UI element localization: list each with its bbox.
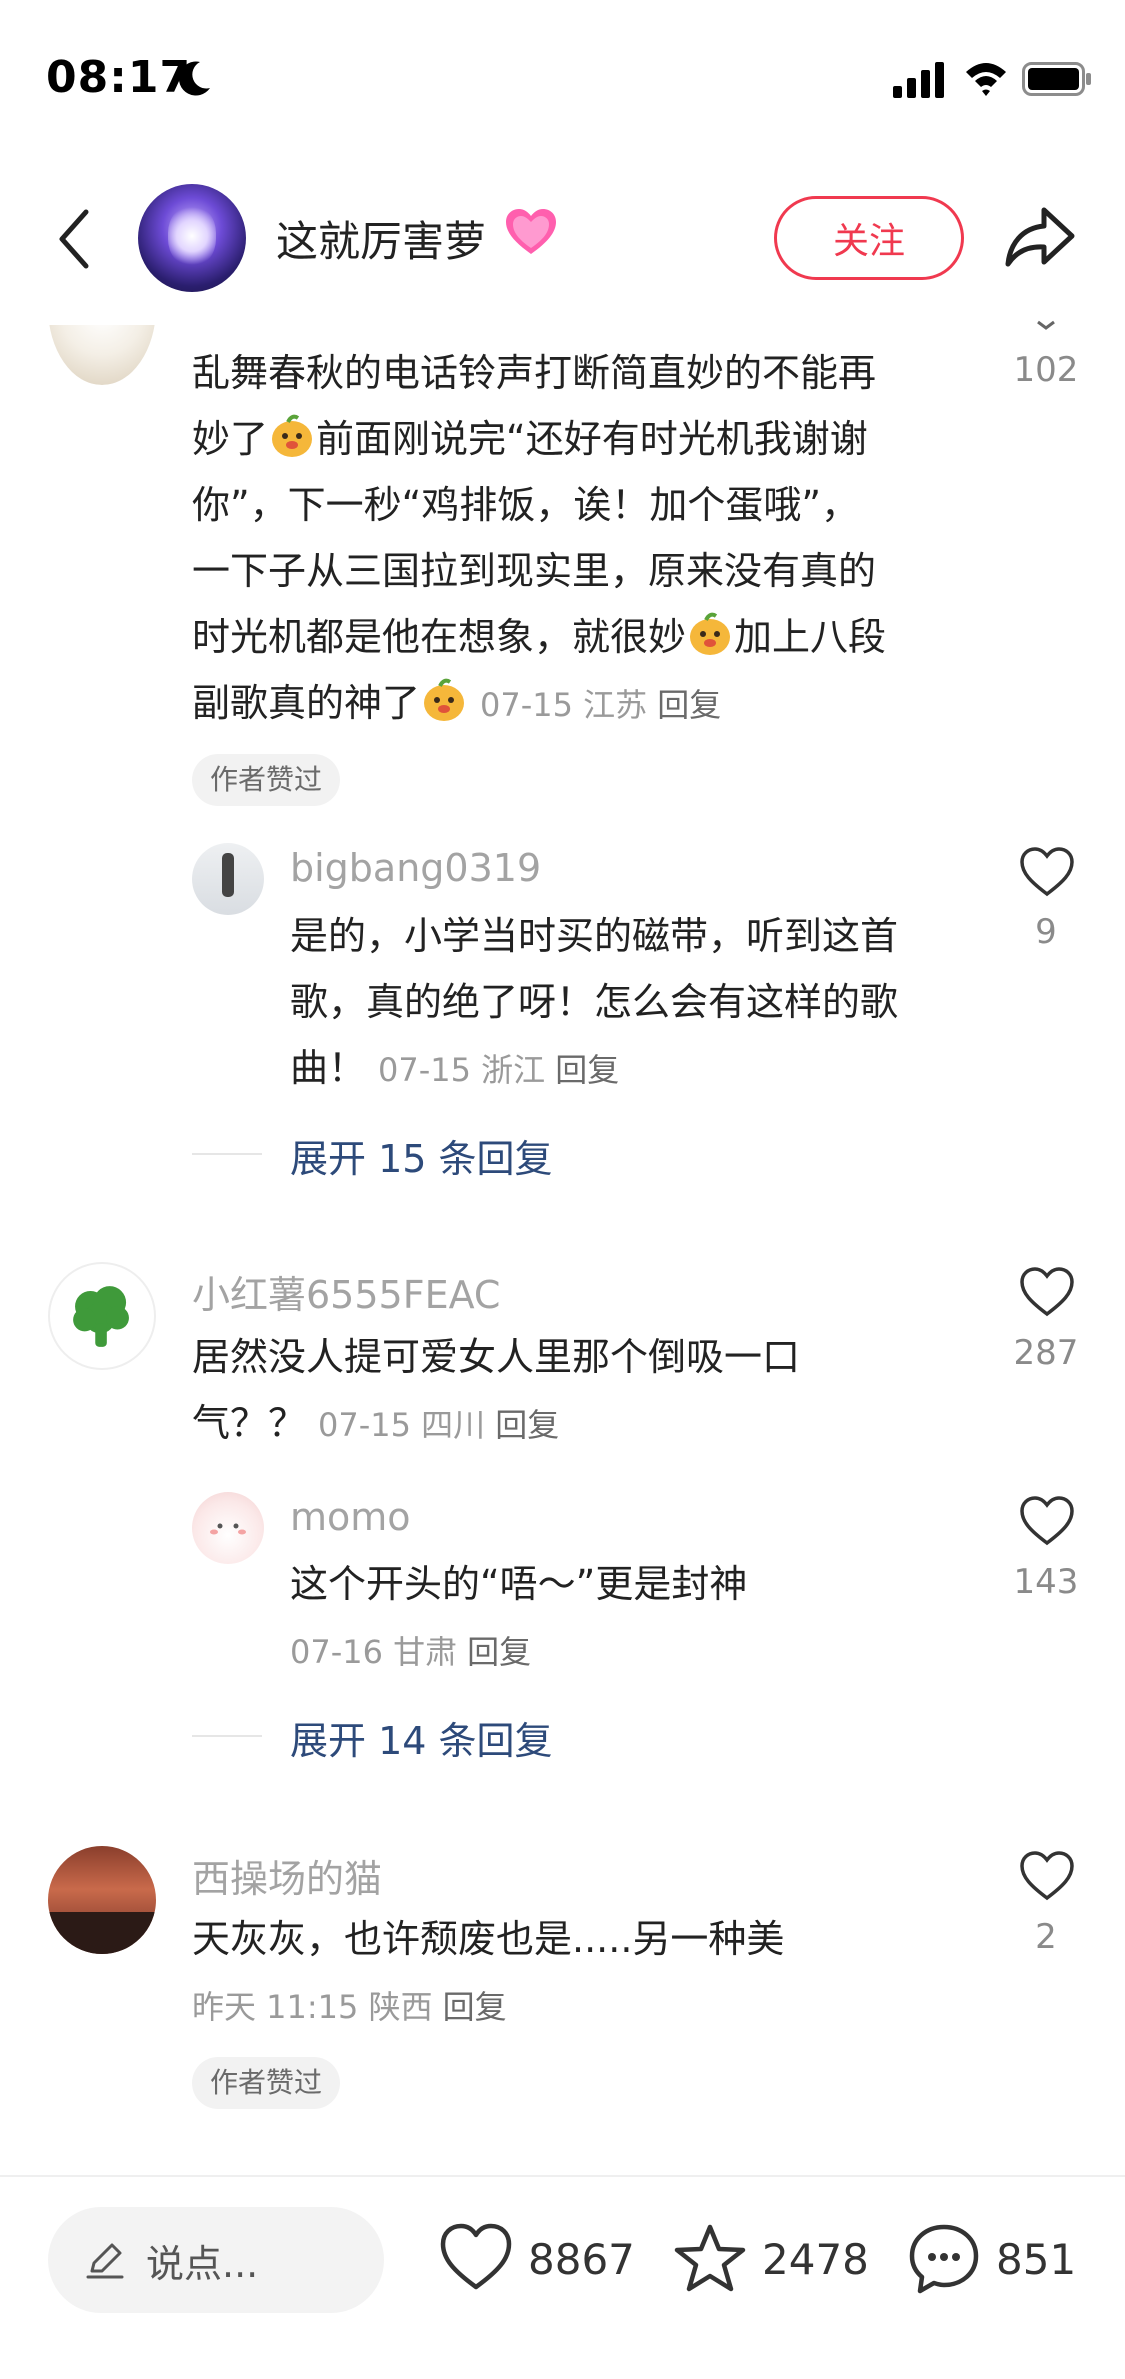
- comment-date: 07-15: [480, 686, 573, 724]
- reply-username[interactable]: momo: [290, 1495, 411, 1539]
- comment-text: 乱舞春秋的电话铃声打断简直妙的不能再 妙了 前面刚说完“还好有时光机我谢谢 你”，…: [192, 351, 887, 725]
- heart-icon: [440, 2223, 512, 2290]
- broccoli-icon: [73, 1286, 129, 1347]
- reply-avatar[interactable]: [192, 843, 264, 915]
- bottom-action-bar: 说点... 8867 2478 851: [0, 2175, 1125, 2379]
- post-header: 这就厉害萝 关注: [0, 170, 1125, 310]
- reply-avatar[interactable]: [192, 1492, 264, 1564]
- expand-divider: [192, 1153, 262, 1155]
- comment-input[interactable]: 说点...: [48, 2207, 384, 2313]
- comment-text: 居然没人提可爱女人里那个倒吸一口 气？？ 07-15 四川 回复: [192, 1335, 801, 1445]
- comment-button[interactable]: 851: [906, 2219, 1076, 2299]
- like-button[interactable]: 8867: [438, 2219, 635, 2299]
- cellular-signal-icon: [893, 62, 944, 98]
- share-icon[interactable]: [1004, 202, 1076, 272]
- commenter-avatar[interactable]: [48, 1846, 156, 1954]
- comment-input-placeholder: 说点...: [146, 2241, 259, 2286]
- heart-like-icon[interactable]: [1019, 1266, 1075, 1318]
- comment-bubble-icon: [909, 2224, 979, 2294]
- reply-button[interactable]: 回复: [657, 686, 721, 724]
- reply-username[interactable]: bigbang0319: [290, 846, 541, 890]
- reply-button[interactable]: 回复: [443, 1988, 507, 2026]
- collapse-chevron-icon[interactable]: [1036, 320, 1056, 330]
- battery-icon: [1022, 62, 1091, 96]
- star-icon: [674, 2224, 746, 2292]
- comment-like-count: 287: [1013, 1333, 1079, 1373]
- author-name[interactable]: 这就厉害萝: [276, 208, 486, 269]
- cute-face-icon: [210, 1523, 246, 1535]
- pink-heart-emoji-icon: [506, 209, 556, 254]
- collect-count: 2478: [762, 2234, 869, 2284]
- comment-like-count: 102: [1013, 350, 1079, 390]
- like-count: 8867: [528, 2234, 635, 2284]
- status-bar: 08:17: [0, 0, 1125, 160]
- author-liked-badge: 作者赞过: [192, 754, 341, 806]
- expand-replies-link[interactable]: 展开 15 条回复: [290, 1128, 553, 1183]
- comment-like-count: 2: [1035, 1917, 1057, 1957]
- commenter-avatar[interactable]: [48, 1262, 156, 1370]
- heart-like-icon[interactable]: [1019, 1850, 1075, 1902]
- reply-button[interactable]: 回复: [555, 1051, 619, 1089]
- wifi-icon: [966, 63, 1006, 96]
- comment-text: 天灰灰，也许颓废也是.....另一种美 昨天 11:15 陕西 回复: [192, 1917, 785, 2026]
- reply-like-count: 9: [1035, 912, 1057, 952]
- heart-like-icon[interactable]: [1019, 846, 1075, 898]
- expand-divider: [192, 1735, 262, 1737]
- author-avatar[interactable]: [138, 184, 246, 292]
- reply-text: 这个开头的“唔～”更是封神 07-16 甘肃 回复: [290, 1562, 748, 1671]
- follow-button[interactable]: 关注: [774, 196, 964, 280]
- commenter-username[interactable]: 小红薯6555FEAC: [192, 1264, 500, 1319]
- pencil-icon: [86, 2243, 124, 2279]
- reply-like-count: 143: [1013, 1562, 1079, 1602]
- orange-smiley-emoji-icon: [690, 612, 731, 655]
- reply-button[interactable]: 回复: [467, 1633, 531, 1671]
- back-arrow-icon[interactable]: [50, 204, 100, 274]
- reply-button[interactable]: 回复: [495, 1406, 559, 1444]
- reply-text: 是的，小学当时买的磁带，听到这首 歌，真的绝了呀！怎么会有这样的歌 曲！ 07-1…: [290, 914, 899, 1090]
- expand-replies-link[interactable]: 展开 14 条回复: [290, 1710, 553, 1765]
- avatar-image: [168, 206, 216, 266]
- status-time: 08:17: [46, 52, 192, 103]
- comment-location: 江苏: [583, 686, 648, 724]
- orange-smiley-emoji-icon: [424, 678, 465, 721]
- comment-count: 851: [996, 2234, 1077, 2284]
- orange-smiley-emoji-icon: [272, 414, 313, 457]
- collect-button[interactable]: 2478: [672, 2219, 869, 2299]
- heart-like-icon[interactable]: [1019, 1495, 1075, 1547]
- commenter-username[interactable]: 西操场的猫: [192, 1848, 382, 1903]
- moon-icon: [178, 61, 210, 96]
- author-liked-badge: 作者赞过: [192, 2057, 341, 2109]
